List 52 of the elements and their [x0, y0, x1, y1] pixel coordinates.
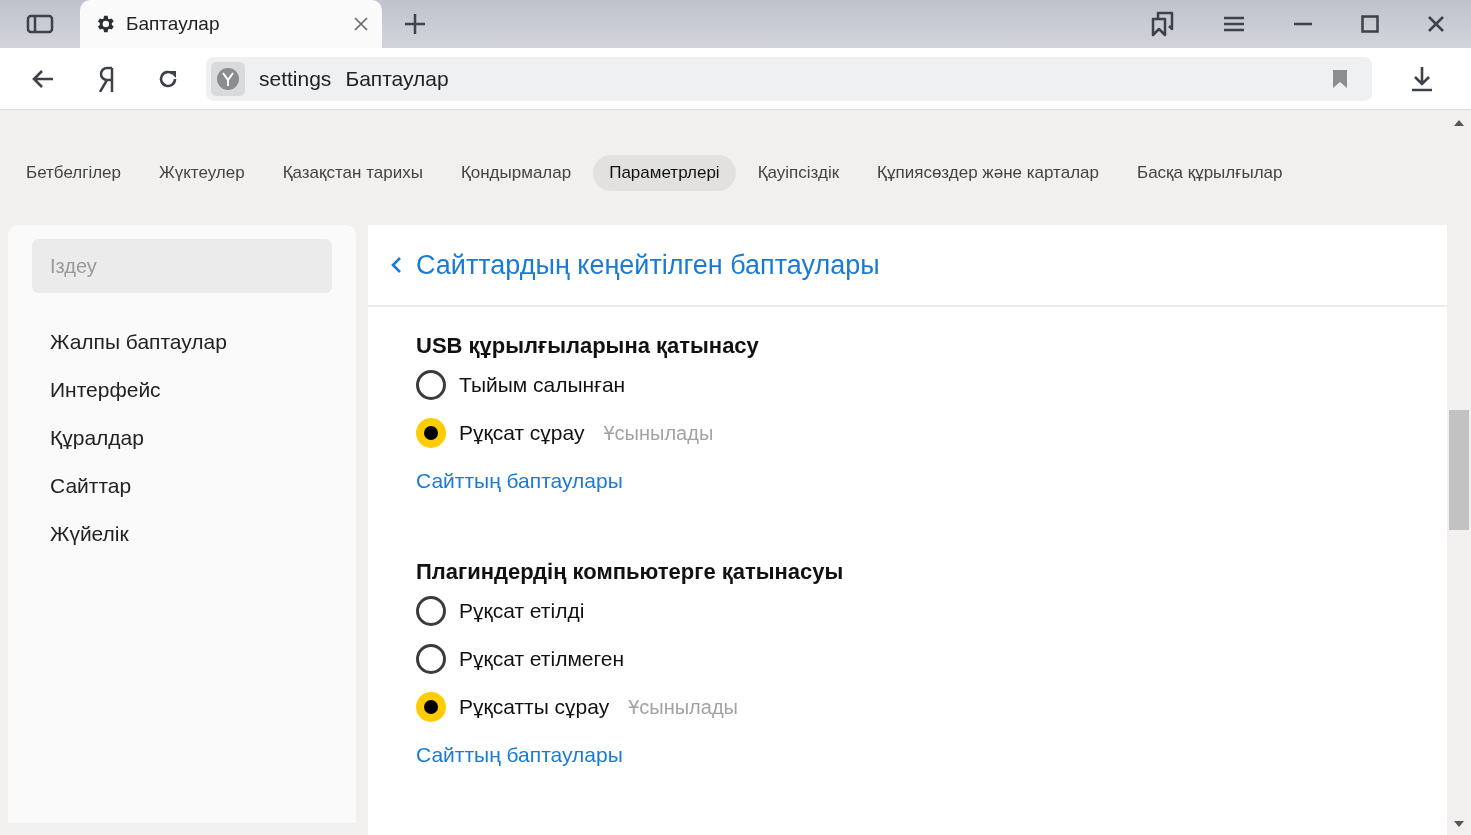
nav-tab[interactable]: Қазақстан тарихы: [266, 154, 439, 191]
page-title: Сайттардың кеңейтілген баптаулары: [416, 248, 880, 282]
address-page: Баптаулар: [345, 65, 450, 92]
close-window-icon[interactable]: [1427, 15, 1445, 33]
radio-button[interactable]: [416, 370, 446, 400]
minimize-icon[interactable]: [1293, 22, 1313, 26]
browser-tab[interactable]: Баптаулар: [80, 0, 382, 48]
sidebar-item[interactable]: Құралдар: [32, 414, 144, 462]
option-label: Рұқсат етілмеген: [459, 646, 624, 673]
sidebar-toggle-icon[interactable]: [26, 14, 54, 34]
scroll-up-icon[interactable]: [1454, 120, 1464, 126]
radio-button[interactable]: [416, 418, 446, 448]
back-arrow-icon[interactable]: [31, 68, 55, 89]
nav-tab[interactable]: Бетбелгілер: [10, 154, 137, 191]
back-chevron-icon[interactable]: [390, 256, 402, 274]
new-tab-icon[interactable]: [404, 13, 426, 35]
maximize-icon[interactable]: [1361, 15, 1379, 33]
tab-title: Баптаулар: [126, 11, 221, 36]
option-hint: Ұсынылады: [628, 695, 738, 720]
site-settings-link[interactable]: Сайттың баптаулары: [416, 457, 623, 505]
address-bar[interactable]: settings Баптаулар: [206, 56, 1372, 101]
option-label: Тыйым салынған: [459, 372, 626, 399]
sidebar-item[interactable]: Жалпы баптаулар: [32, 318, 227, 366]
nav-tab[interactable]: Қауіпсіздік: [741, 154, 856, 191]
scrollbar-thumb[interactable]: [1449, 410, 1469, 530]
address-host: settings: [259, 65, 332, 92]
browser-logo-icon: [211, 61, 245, 96]
scroll-down-icon[interactable]: [1454, 821, 1464, 827]
option-hint: Ұсынылады: [603, 421, 714, 446]
option-label: Рұқсат етілді: [459, 598, 585, 625]
close-icon[interactable]: [354, 17, 368, 31]
nav-tab[interactable]: Басқа құрылғылар: [1120, 154, 1299, 191]
section-heading: Плагиндердің компьютерге қатынасуы: [416, 557, 844, 586]
radio-button[interactable]: [416, 644, 446, 674]
radio-button[interactable]: [416, 596, 446, 626]
option-label: Рұқсатты сұрау: [459, 694, 610, 721]
option-label: Рұқсат сұрау: [459, 420, 585, 447]
site-settings-link[interactable]: Сайттың баптаулары: [416, 731, 623, 779]
sidebar-item[interactable]: Жүйелік: [32, 510, 129, 558]
nav-tab[interactable]: Құпиясөздер және карталар: [861, 154, 1115, 191]
sidebar-item[interactable]: Интерфейс: [32, 366, 161, 414]
bookmark-icon[interactable]: [1332, 68, 1348, 89]
bookmarks-icon[interactable]: [1151, 11, 1175, 37]
nav-tab[interactable]: Жүктеулер: [143, 154, 261, 191]
section-heading: USB құрылғыларына қатынасу: [416, 331, 759, 360]
radio-button[interactable]: [416, 692, 446, 722]
nav-tab[interactable]: Қондырмалар: [444, 154, 588, 191]
nav-tab[interactable]: Параметрлері: [593, 154, 736, 191]
download-icon[interactable]: [1409, 65, 1434, 92]
search-field[interactable]: Іздеу: [32, 239, 332, 293]
sidebar-item[interactable]: Сайттар: [32, 462, 132, 510]
menu-icon[interactable]: [1223, 16, 1245, 32]
